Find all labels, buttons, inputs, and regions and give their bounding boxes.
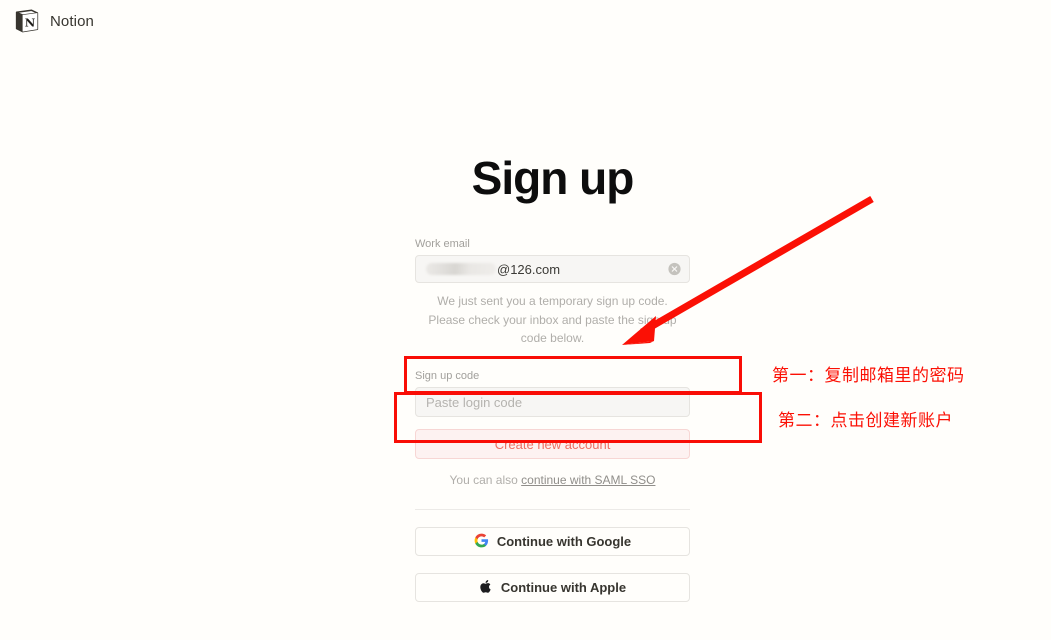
- sso-prefix: You can also: [449, 473, 522, 488]
- continue-with-google-button[interactable]: Continue with Google: [415, 527, 690, 557]
- clear-circle-icon[interactable]: [668, 263, 681, 276]
- annotation-step-2: 第二：点击创建新账户: [778, 411, 953, 431]
- signup-code-placeholder: Paste login code: [426, 394, 523, 410]
- work-email-value: @126.com: [497, 261, 561, 277]
- continue-with-apple-button[interactable]: Continue with Apple: [415, 573, 690, 603]
- notion-cube-icon: N: [14, 8, 40, 34]
- hint-line-1: We just sent you a temporary sign up cod…: [437, 294, 668, 309]
- signup-form: Sign up Work email @126.com We just sent…: [415, 152, 690, 603]
- saml-sso-link[interactable]: continue with SAML SSO: [521, 473, 655, 487]
- svg-text:N: N: [25, 15, 36, 29]
- signup-code-hint: We just sent you a temporary sign up cod…: [415, 292, 690, 347]
- signup-page: N Notion Sign up Work email @126.com We …: [0, 0, 1051, 640]
- work-email-input[interactable]: @126.com: [415, 255, 690, 284]
- signup-code-label: Sign up code: [415, 370, 480, 382]
- create-new-account-button[interactable]: Create new account: [415, 429, 690, 460]
- signup-code-input[interactable]: Paste login code: [415, 387, 690, 418]
- saml-sso-line: You can also continue with SAML SSO: [415, 473, 690, 487]
- oauth-divider: [415, 509, 690, 511]
- continue-with-apple-label: Continue with Apple: [500, 580, 627, 596]
- google-g-icon: [474, 533, 489, 551]
- hint-line-3: code below.: [520, 330, 585, 345]
- annotation-step-1: 第一：复制邮箱里的密码: [772, 366, 965, 386]
- continue-with-google-label: Continue with Google: [496, 534, 632, 550]
- notion-brand[interactable]: N Notion: [14, 8, 94, 34]
- apple-logo-icon: [479, 579, 493, 597]
- work-email-label: Work email: [415, 238, 470, 250]
- brand-name: Notion: [50, 12, 94, 30]
- page-title: Sign up: [471, 152, 635, 204]
- hint-line-2: Please check your inbox and paste the si…: [428, 312, 677, 327]
- redacted-email-mask: [426, 263, 496, 276]
